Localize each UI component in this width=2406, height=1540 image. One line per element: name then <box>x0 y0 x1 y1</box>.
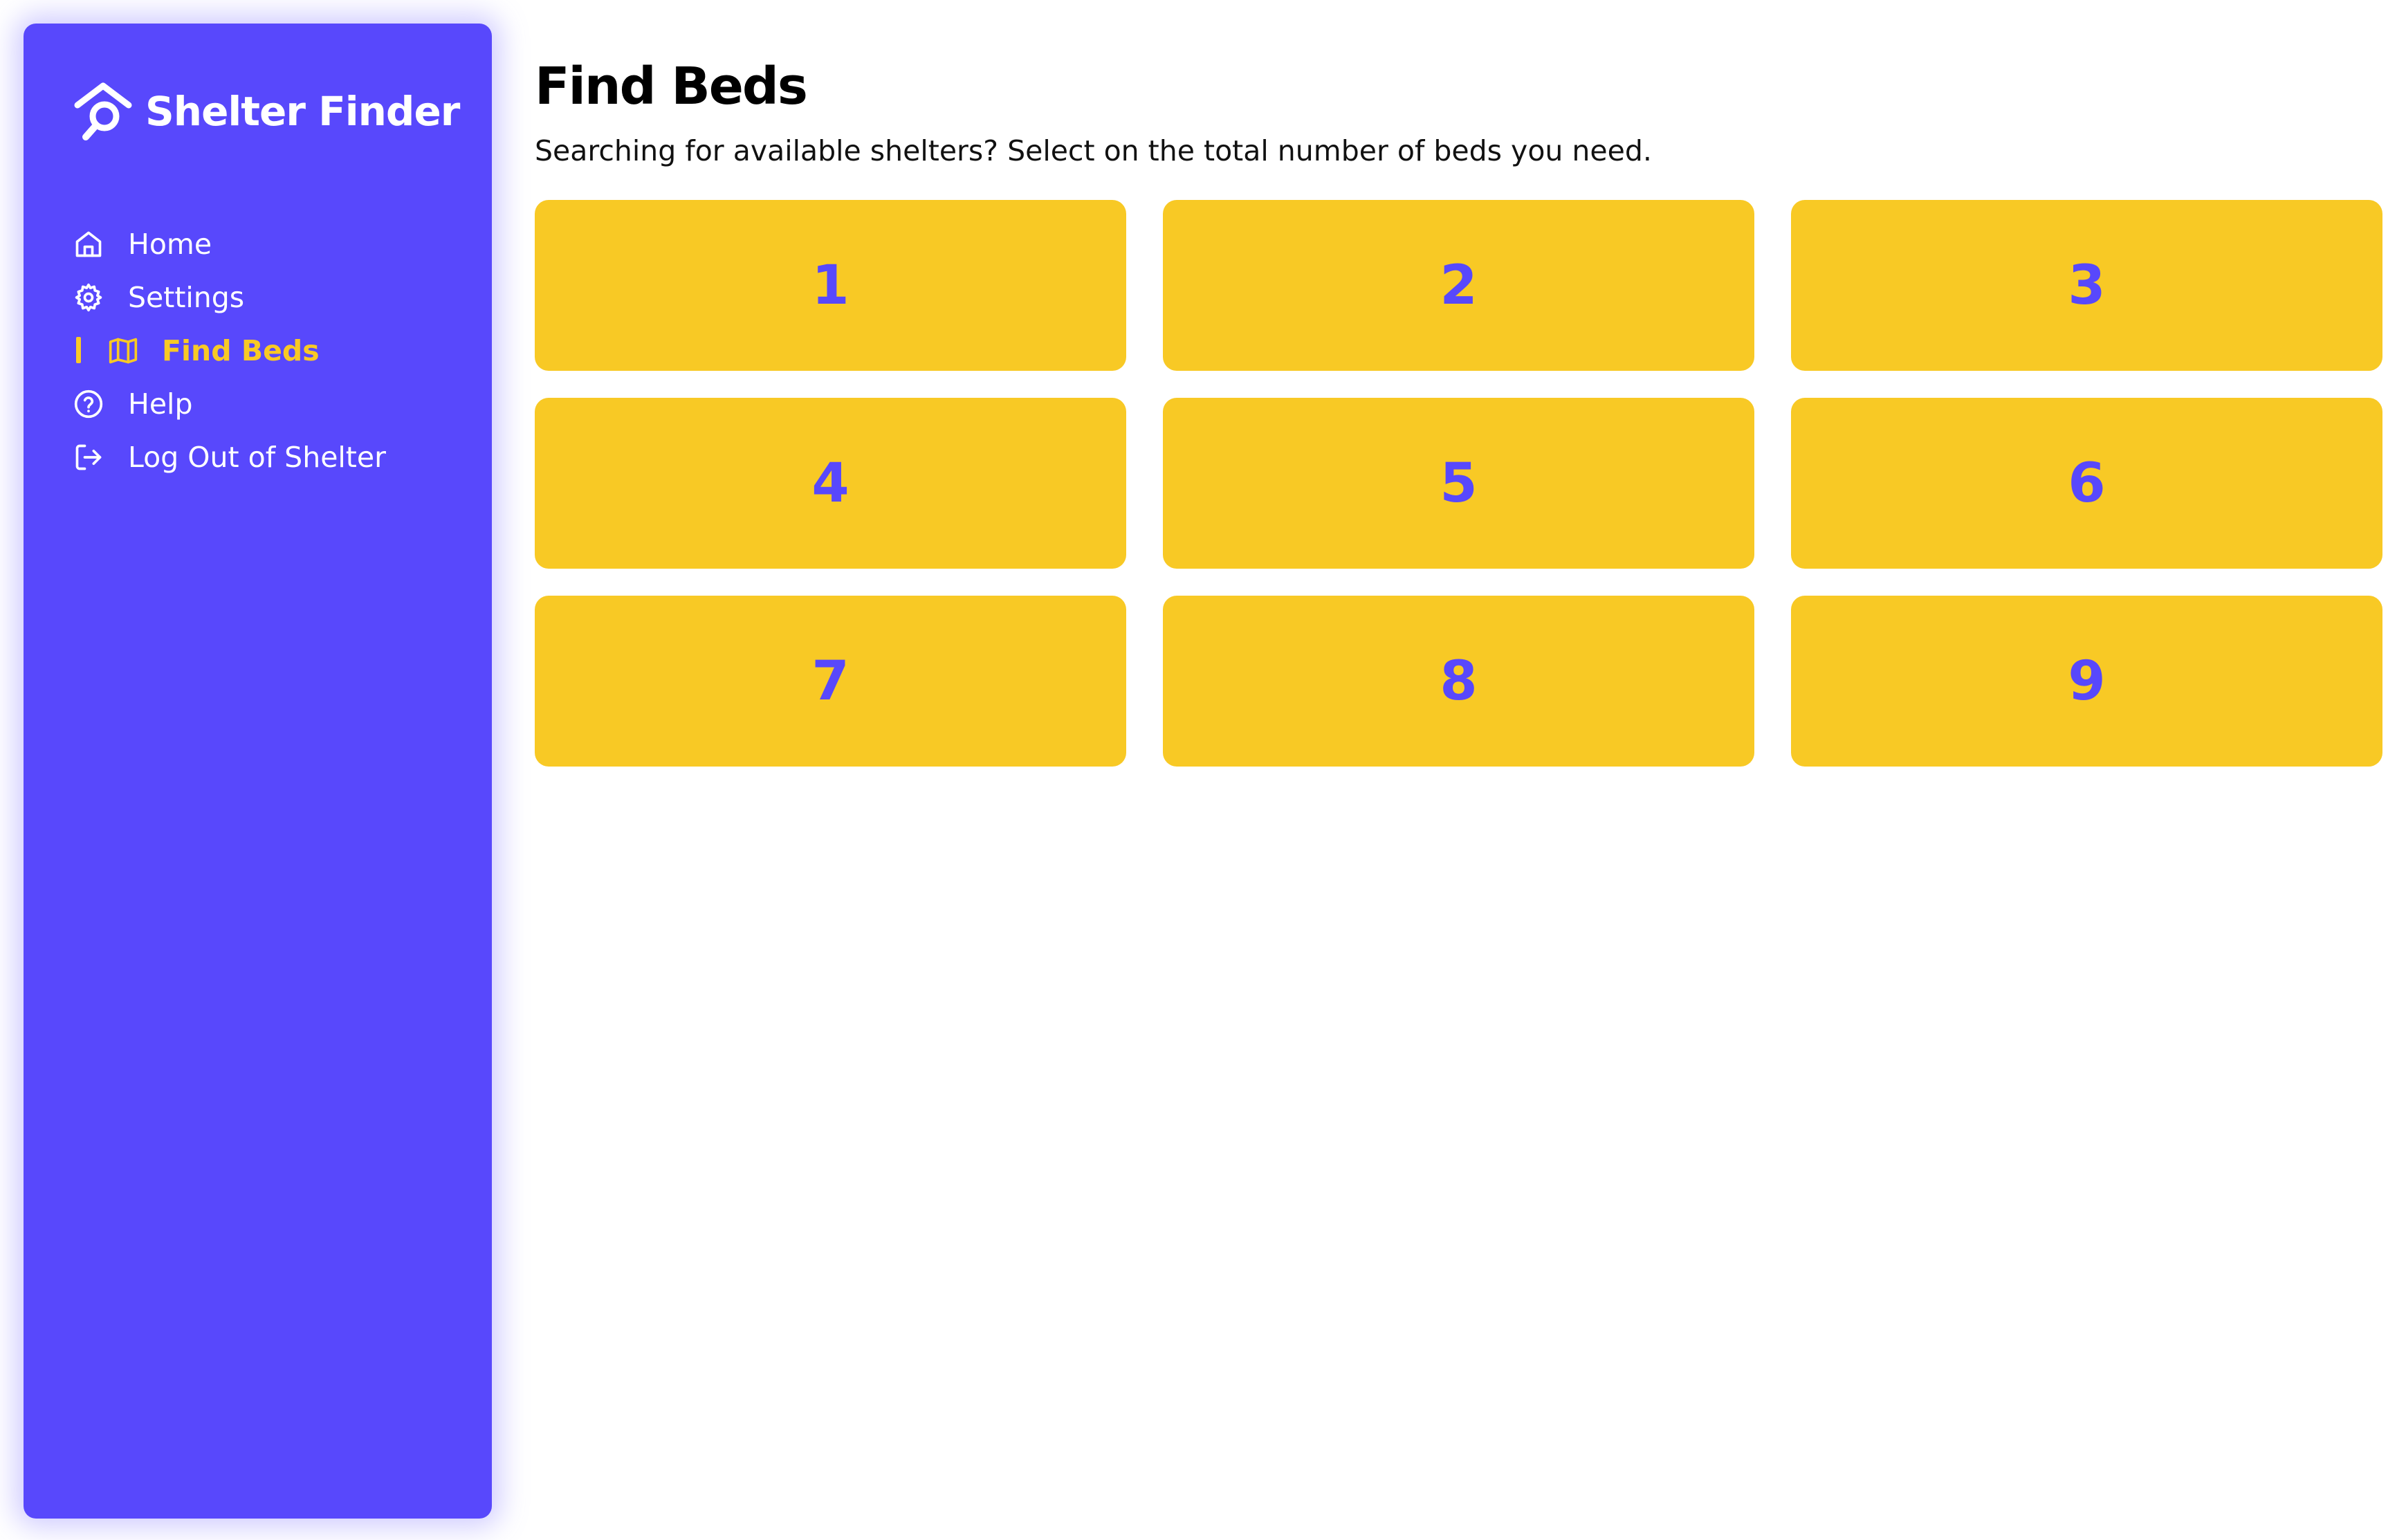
page-title: Find Beds <box>535 57 808 116</box>
bed-count-button-9[interactable]: 9 <box>1791 596 2382 767</box>
active-indicator <box>76 337 81 363</box>
bed-count-button-8[interactable]: 8 <box>1163 596 1754 767</box>
bed-count-button-2[interactable]: 2 <box>1163 200 1754 371</box>
sidebar-nav: Home Settings Find Beds Help Log Out of … <box>48 217 477 484</box>
gear-icon <box>73 282 104 313</box>
map-icon <box>108 336 138 366</box>
sidebar-item-help[interactable]: Help <box>48 377 477 430</box>
sidebar-item-label: Settings <box>128 280 245 314</box>
sidebar-item-label: Help <box>128 387 193 421</box>
home-icon <box>73 229 104 259</box>
bed-count-button-6[interactable]: 6 <box>1791 398 2382 569</box>
bed-count-button-7[interactable]: 7 <box>535 596 1126 767</box>
bed-count-button-4[interactable]: 4 <box>535 398 1126 569</box>
bed-count-button-5[interactable]: 5 <box>1163 398 1754 569</box>
sidebar-item-label: Find Beds <box>162 333 320 367</box>
brand-name: Shelter Finder <box>145 88 460 135</box>
sidebar-item-settings[interactable]: Settings <box>48 271 477 324</box>
main-content: Find Beds Searching for available shelte… <box>535 48 2383 767</box>
sidebar-item-label: Home <box>128 227 212 261</box>
logout-icon <box>73 442 104 473</box>
sidebar-item-home[interactable]: Home <box>48 217 477 271</box>
house-search-icon <box>74 82 132 140</box>
bed-count-button-3[interactable]: 3 <box>1791 200 2382 371</box>
sidebar-item-label: Log Out of Shelter <box>128 440 386 474</box>
sidebar: Shelter Finder Home Settings Find Beds H… <box>24 24 492 1519</box>
bed-count-button-1[interactable]: 1 <box>535 200 1126 371</box>
brand[interactable]: Shelter Finder <box>73 80 460 143</box>
page-subtitle: Searching for available shelters? Select… <box>535 134 1652 167</box>
help-circle-icon <box>73 389 104 419</box>
sidebar-item-find-beds[interactable]: Find Beds <box>48 324 477 377</box>
bed-count-grid: 1 2 3 4 5 6 7 8 9 <box>535 200 2382 767</box>
sidebar-item-logout[interactable]: Log Out of Shelter <box>48 430 477 484</box>
